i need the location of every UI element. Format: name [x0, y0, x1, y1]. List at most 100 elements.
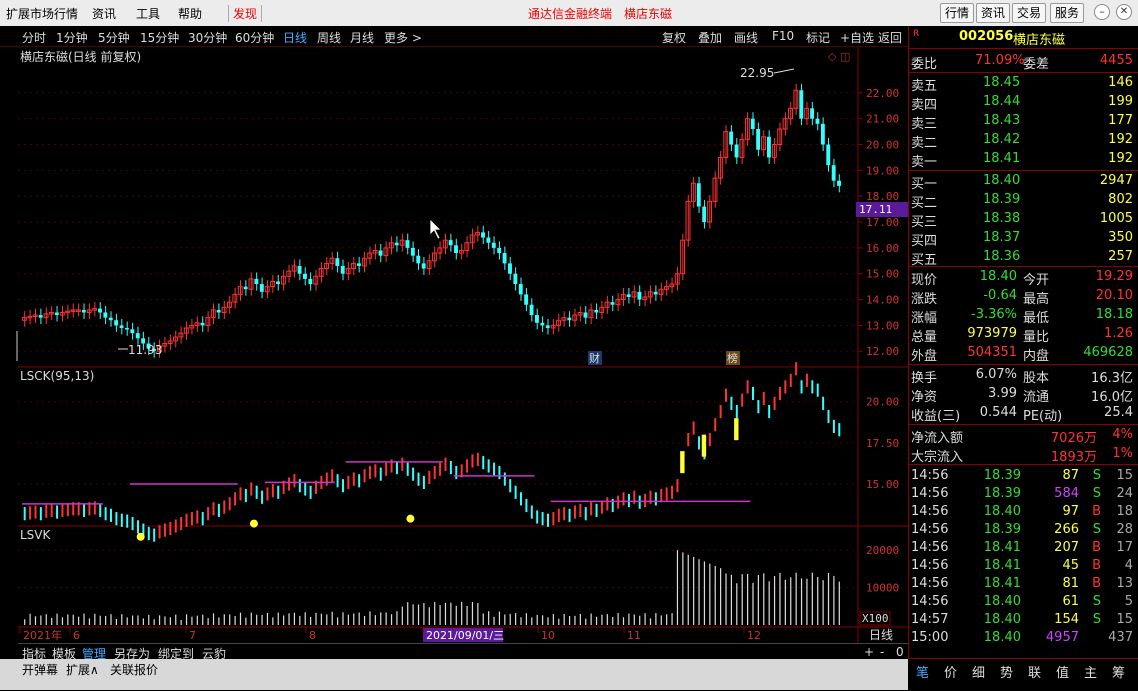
candle-body	[297, 265, 302, 274]
stock-name: 横店东磁	[1013, 33, 1066, 48]
tab-period-fenshi[interactable]: 分时	[22, 29, 46, 46]
date-label: 7	[189, 629, 196, 642]
quote-tab[interactable]: 细	[972, 662, 985, 681]
menu-item-help[interactable]: 帮助	[178, 5, 202, 22]
stat2-label: 收益(三)	[911, 409, 961, 424]
ask-price: 18.44	[983, 94, 1021, 109]
tab-period-15min[interactable]: 15分钟	[140, 29, 179, 46]
restore-rights-button[interactable]: 复权	[662, 29, 686, 46]
candle-body	[114, 320, 119, 326]
tab-period-weekly[interactable]: 周线	[317, 29, 341, 46]
tick-count: 24	[1116, 486, 1133, 501]
quote-tab[interactable]: 价	[944, 662, 957, 681]
tick-volume: 87	[1062, 468, 1079, 483]
extend-button[interactable]: 扩展∧	[66, 661, 99, 678]
bid-label: 买三	[911, 215, 938, 230]
candle-body	[243, 286, 248, 290]
zoom-in-button[interactable]: +	[864, 645, 874, 659]
chart-area[interactable]: 横店东磁(日线 前复权) LSCK(95,13) LSVK 22.00 21.00…	[18, 47, 908, 643]
mark-button[interactable]: 标记	[806, 29, 830, 46]
y-tick-label: 13.00	[866, 319, 899, 332]
tab-period-daily[interactable]: 日线	[283, 29, 307, 46]
flow-value: 1893万	[1050, 450, 1097, 465]
menu-item-tools[interactable]: 工具	[136, 5, 160, 22]
draw-line-button[interactable]: 画线	[734, 29, 758, 46]
stat2-label: 换手	[911, 371, 938, 386]
y-tick-label: 15.00	[866, 268, 899, 281]
stat-row: 外盘 504351 内盘 469628	[909, 344, 1138, 364]
stat-value: 20.10	[1095, 288, 1133, 303]
quote-tab[interactable]: 势	[1000, 662, 1013, 681]
candle-body	[200, 322, 205, 326]
danmaku-button[interactable]: 开弹幕	[22, 661, 58, 678]
ask-row: 卖五 18.45 146	[909, 74, 1138, 94]
candle-body	[513, 273, 518, 285]
menu-item-extended-market[interactable]: 扩展市场行情	[6, 5, 78, 22]
tick-count: 18	[1116, 504, 1133, 519]
tick-row: 14:56 18.39 87 S 15	[909, 467, 1138, 485]
divider	[909, 48, 1138, 49]
candle-body	[356, 263, 361, 266]
tab-period-5min[interactable]: 5分钟	[98, 29, 130, 46]
stat2-label: 流通	[1023, 390, 1050, 405]
minimize-icon[interactable]: –	[1094, 4, 1110, 20]
menu-bar: 扩展市场行情 资讯 工具 帮助 发现 通达信金融终端 横店东磁 行情 资讯 交易…	[0, 0, 1138, 27]
overlay-button[interactable]: 叠加	[698, 29, 722, 46]
bottom-bar: 开弹幕 扩展∧ 关联报价	[0, 659, 908, 690]
quote-tab[interactable]: 主	[1084, 662, 1097, 681]
ask-price: 18.41	[983, 151, 1021, 166]
menu-item-discover[interactable]: 发现	[228, 5, 263, 22]
flow-value: 7026万	[1050, 431, 1097, 446]
tab-period-1min[interactable]: 1分钟	[56, 29, 88, 46]
stat-label: 最低	[1023, 311, 1050, 326]
stat-label: 今开	[1023, 273, 1050, 288]
add-watchlist-button[interactable]: +自选	[840, 29, 874, 46]
tick-time: 14:56	[911, 486, 949, 501]
zoom-reset-button[interactable]: 0	[896, 645, 904, 659]
close-icon[interactable]: ✕	[1116, 4, 1132, 20]
tick-row: 14:56 18.41 45 B 4	[909, 557, 1138, 575]
f10-button[interactable]: F10	[772, 29, 794, 43]
ask-label: 卖三	[911, 117, 938, 132]
divider	[909, 464, 1138, 465]
y-tick-label: 12.00	[866, 345, 899, 358]
tab-period-more[interactable]: 更多 >	[384, 29, 422, 46]
trade-button[interactable]: 交易	[1012, 3, 1047, 23]
quote-tab[interactable]: 联	[1028, 662, 1041, 681]
stat-row: 总量 973979 量比 1.26	[909, 325, 1138, 345]
info-button[interactable]: 资讯	[976, 3, 1011, 23]
y-tick-label: 20.00	[866, 139, 899, 152]
tab-period-monthly[interactable]: 月线	[350, 29, 374, 46]
tick-side: B	[1092, 576, 1101, 591]
bid-volume: 257	[1108, 249, 1133, 264]
candle-body	[637, 291, 642, 300]
service-button[interactable]: 服务	[1050, 3, 1085, 23]
bid-price: 18.37	[983, 230, 1021, 245]
tick-price: 18.40	[983, 594, 1021, 609]
quote-button[interactable]: 行情	[940, 3, 975, 23]
menu-item-info[interactable]: 资讯	[92, 5, 116, 22]
tick-price: 18.41	[983, 540, 1021, 555]
panel-options-icon[interactable]: ◇ ◫	[828, 50, 850, 63]
quote-tab[interactable]: 筹	[1112, 662, 1125, 681]
bid-row: 买二 18.39 802	[909, 191, 1138, 211]
bid-row: 买一 18.40 2947	[909, 172, 1138, 192]
candle-body	[810, 108, 815, 119]
divider	[909, 170, 1138, 171]
quote-tab[interactable]: 笔	[916, 662, 929, 681]
candle-body	[610, 302, 615, 305]
back-button[interactable]: 返回	[878, 29, 902, 46]
ask-label: 卖四	[911, 98, 938, 113]
ask-price: 18.43	[983, 113, 1021, 128]
ask-price: 18.45	[983, 75, 1021, 90]
zoom-out-button[interactable]: -	[880, 645, 884, 659]
tab-period-60min[interactable]: 60分钟	[235, 29, 274, 46]
related-quote-button[interactable]: 关联报价	[110, 661, 158, 678]
tab-period-30min[interactable]: 30分钟	[188, 29, 227, 46]
quote-tab[interactable]: 值	[1056, 662, 1069, 681]
candle-body	[529, 304, 534, 316]
candle-body	[416, 255, 421, 264]
tick-row: 14:56 18.40 61 S 5	[909, 593, 1138, 611]
flow-percent: 1%	[1112, 446, 1133, 461]
candle-body	[119, 325, 124, 328]
